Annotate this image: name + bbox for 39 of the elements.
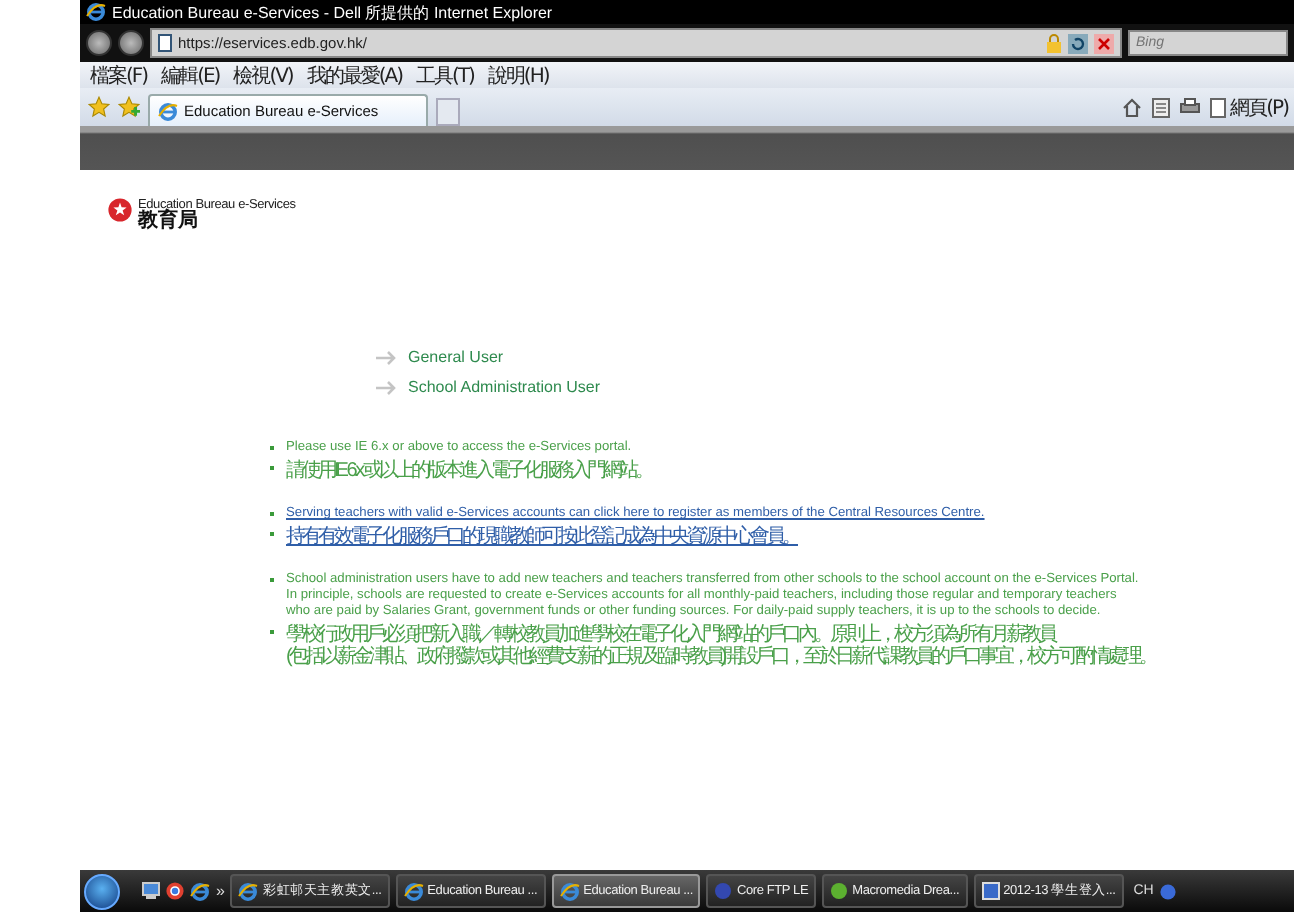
add-favorite-icon[interactable] [118,96,140,118]
browser-icon[interactable] [166,882,184,900]
desktop-icon[interactable] [142,882,160,900]
register-link[interactable]: 持有有效電子化服務戶口的現職教師可按此登記成為中央資源中心會員。 [286,526,798,548]
forward-button[interactable] [118,30,144,56]
stop-icon[interactable] [1094,33,1114,53]
page-menu[interactable]: 網頁(P) [1210,93,1288,121]
login-link[interactable]: School Administration User [408,378,601,396]
arrow-icon [376,379,398,395]
page-icon [158,34,172,52]
ie-logo-icon [86,2,106,22]
menu-item[interactable]: 編輯(E) [161,61,220,89]
notice-text: 學校行政用戶必須把新入職／轉校教員加進學校在電子化入門網站的戶口內。原則上，校方須為所有月薪教員 (包括以薪金津貼、政府撥款或其他經費支薪的正規及臨時教員)開設戶口，至於日薪代課教員的戶口事宜，校方可酌情處理。 [286,624,1156,668]
start-button[interactable] [84,873,120,909]
menu-item[interactable]: 我的最愛(A) [306,61,402,89]
ie-logo-icon [238,881,259,901]
page-icon [1210,97,1227,117]
menu-item[interactable]: 檢視(V) [233,61,293,89]
home-icon[interactable] [1122,97,1143,117]
ie-logo-icon [190,881,210,901]
feed-icon[interactable] [1152,97,1171,117]
print-icon[interactable] [1180,98,1201,116]
menu-item[interactable]: 說明(H) [487,61,549,89]
ie-logo-icon [403,881,424,901]
logo-chinese-title: 教育局 [138,212,198,232]
arrow-icon [376,349,398,365]
star-icon[interactable] [88,96,110,118]
refresh-icon[interactable] [1068,33,1088,53]
login-link[interactable]: General User [408,348,504,366]
notice-text: 請使用IE 6.x 或以上的版本進入電子化服務入門網站。 [286,460,651,482]
document-icon [981,882,1000,900]
menu-item[interactable]: 工具(T) [416,61,474,89]
menu-item[interactable]: 檔案(F) [90,61,148,89]
bauhinia-emblem-icon [108,198,132,222]
ie-logo-icon [158,101,178,121]
ie-logo-icon [559,881,580,901]
back-button[interactable] [86,30,112,56]
quick-launch-more[interactable]: » [216,882,225,900]
window-title: Education Bureau e-Services - Dell 所提供的 Internet Explorer [112,1,553,23]
